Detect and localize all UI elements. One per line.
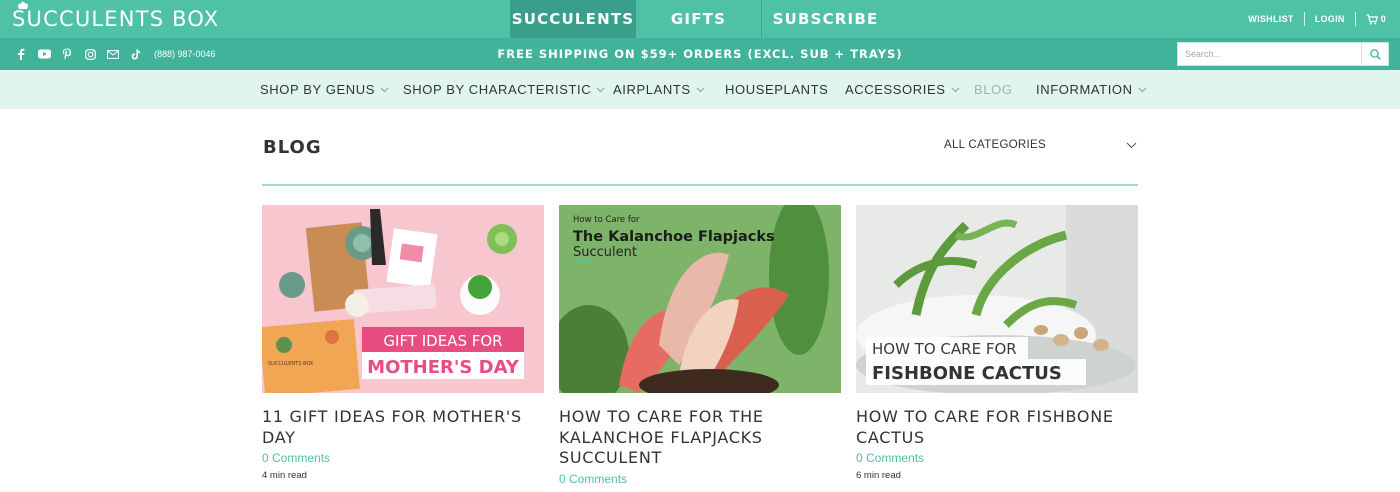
post-thumbnail[interactable]: HOW TO CARE FOR FISHBONE CACTUS [856, 205, 1138, 393]
nav-label: AIRPLANTS [613, 82, 691, 97]
search-button[interactable] [1361, 43, 1388, 65]
category-filter[interactable]: ALL CATEGORIES [944, 131, 1137, 159]
brand-name: SUCCULENTS BOX [12, 7, 220, 31]
search-input[interactable] [1178, 43, 1361, 65]
top-bar: SUCCULENTS BOX SUCCULENTS GIFTS SUBSCRIB… [0, 0, 1400, 38]
post-title[interactable]: 11 GIFT IDEAS FOR MOTHER'S DAY [262, 407, 544, 448]
wishlist-link[interactable]: WISHLIST [1248, 14, 1293, 24]
top-nav-gifts[interactable]: GIFTS [636, 0, 761, 38]
mail-icon[interactable] [106, 47, 120, 61]
post-thumbnail[interactable]: GIFT IDEAS FOR MOTHER'S DAY SUCCULENTS B… [262, 205, 544, 393]
image-caption: GIFT IDEAS FOR [383, 332, 502, 350]
image-caption: FISHBONE CACTUS [872, 363, 1062, 384]
nav-label: INFORMATION [1036, 82, 1133, 97]
chevron-down-icon [596, 86, 605, 92]
mothers-day-gift-image: GIFT IDEAS FOR MOTHER'S DAY SUCCULENTS B… [262, 205, 544, 393]
page-title: BLOG [263, 137, 322, 158]
phone-number[interactable]: (888) 987-0046 [154, 49, 216, 59]
nav-label: HOUSEPLANTS [725, 82, 829, 97]
nav-houseplants[interactable]: HOUSEPLANTS [725, 70, 828, 109]
nav-airplants[interactable]: AIRPLANTS [613, 70, 705, 109]
post-comments-link[interactable]: 0 Comments [262, 449, 544, 467]
chevron-down-icon [1126, 142, 1137, 148]
image-caption: HOW TO CARE FOR [872, 340, 1017, 358]
search-icon [1369, 48, 1381, 60]
post-comments-link[interactable]: 0 Comments [856, 449, 1138, 467]
post-thumbnail[interactable]: How to Care for The Kalanchoe Flapjacks … [559, 205, 841, 393]
post-title[interactable]: HOW TO CARE FOR FISHBONE CACTUS [856, 407, 1138, 448]
nav-accessories[interactable]: ACCESSORIES [845, 70, 960, 109]
nav-label: SHOP BY GENUS [260, 82, 375, 97]
link-divider [1354, 12, 1356, 26]
nav-label: BLOG [974, 82, 1013, 97]
kalanchoe-flapjacks-image: How to Care for The Kalanchoe Flapjacks … [559, 205, 841, 393]
blog-post-card[interactable]: GIFT IDEAS FOR MOTHER'S DAY SUCCULENTS B… [262, 205, 544, 481]
blog-post-card[interactable]: How to Care for The Kalanchoe Flapjacks … [559, 205, 841, 488]
fishbone-cactus-image: HOW TO CARE FOR FISHBONE CACTUS [856, 205, 1138, 393]
nav-shop-by-characteristic[interactable]: SHOP BY CHARACTERISTIC [403, 70, 605, 109]
category-filter-value: ALL CATEGORIES [944, 139, 1046, 151]
pinterest-icon[interactable] [60, 47, 74, 61]
post-read-time: 6 min read [856, 470, 901, 481]
blog-post-card[interactable]: HOW TO CARE FOR FISHBONE CACTUS HOW TO C… [856, 205, 1138, 481]
leaf-icon [18, 1, 28, 9]
top-nav-subscribe[interactable]: SUBSCRIBE [761, 0, 889, 38]
facebook-icon[interactable] [14, 47, 28, 61]
header-divider [262, 184, 1138, 186]
nav-label: ACCESSORIES [845, 82, 946, 97]
tiktok-icon[interactable] [129, 47, 143, 61]
instagram-icon[interactable] [83, 47, 97, 61]
chevron-down-icon [1138, 86, 1147, 92]
nav-blog[interactable]: BLOG [974, 70, 1013, 109]
search-box [1177, 42, 1389, 66]
nav-label: SHOP BY CHARACTERISTIC [403, 82, 592, 97]
youtube-icon[interactable] [37, 47, 51, 61]
main-nav: SHOP BY GENUS SHOP BY CHARACTERISTIC AIR… [0, 70, 1400, 109]
account-links: WISHLIST LOGIN 0 [1248, 0, 1386, 38]
nav-information[interactable]: INFORMATION [1036, 70, 1147, 109]
image-caption: Succulent [573, 245, 637, 260]
link-divider [1303, 12, 1305, 26]
cart-count: 0 [1380, 14, 1386, 24]
image-caption: The Kalanchoe Flapjacks [573, 229, 775, 245]
login-link[interactable]: LOGIN [1315, 14, 1345, 24]
post-title[interactable]: HOW TO CARE FOR THE KALANCHOE FLAPJACKS … [559, 407, 841, 469]
box-brand-text: SUCCULENTS BOX [268, 361, 314, 367]
social-links: (888) 987-0046 [14, 38, 216, 70]
chevron-down-icon [380, 86, 389, 92]
post-read-time: 4 min read [262, 470, 307, 481]
image-caption: MOTHER'S DAY [367, 357, 520, 378]
brand-logo[interactable]: SUCCULENTS BOX [12, 1, 220, 33]
nav-shop-by-genus[interactable]: SHOP BY GENUS [260, 70, 389, 109]
announcement-bar: (888) 987-0046 FREE SHIPPING ON $59+ ORD… [0, 38, 1400, 70]
chevron-down-icon [950, 86, 960, 92]
image-caption: How to Care for [573, 215, 640, 225]
chevron-down-icon [696, 86, 705, 92]
top-nav-succulents[interactable]: SUCCULENTS [510, 0, 636, 38]
post-comments-link[interactable]: 0 Comments [559, 470, 841, 488]
top-nav: SUCCULENTS GIFTS SUBSCRIBE [510, 0, 889, 38]
cart-link[interactable]: 0 [1366, 13, 1386, 25]
cart-icon [1366, 13, 1378, 24]
